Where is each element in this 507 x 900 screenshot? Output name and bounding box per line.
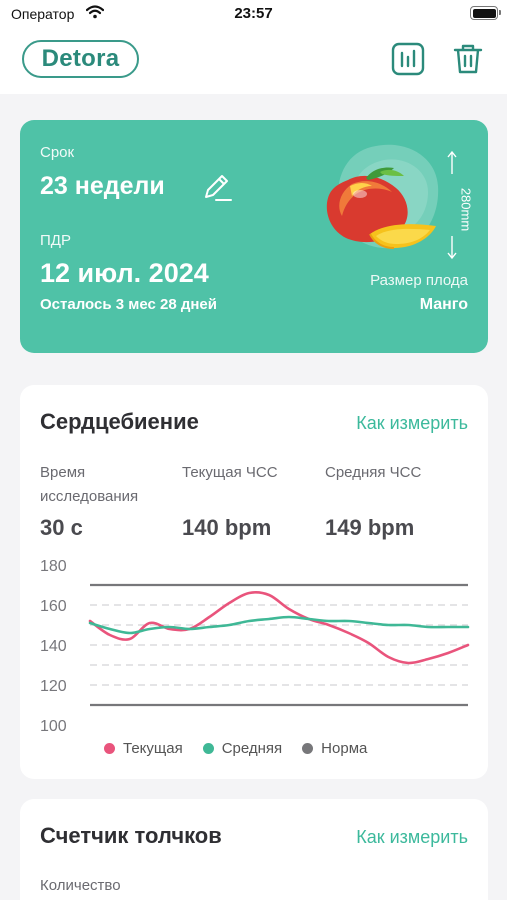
y-tick-label: 120 [40,678,67,695]
y-tick-label: 180 [40,558,67,575]
status-time: 23:57 [234,5,273,22]
fruit-name: Манго [419,296,468,313]
battery-icon [470,6,501,20]
legend-item-current: Текущая [104,740,183,757]
legend-item-norm: Норма [302,740,367,757]
term-value: 23 недели [40,172,165,200]
pdr-label: ПДР [40,232,71,249]
legend-label-average: Средняя [221,740,283,757]
status-bar: Оператор 23:57 [0,0,507,30]
remaining-time: Осталось 3 мес 28 дней [40,296,217,313]
statistics-icon[interactable] [391,42,425,76]
legend-dot-average [202,743,214,754]
current-hr-line [88,591,470,665]
y-tick-label: 140 [40,638,67,655]
legend-label-current: Текущая [123,740,183,757]
kick-count-label: Количество [40,877,121,894]
legend-dot-current [104,743,115,754]
due-date-value: 12 июл. 2024 [40,258,209,288]
mango-icon [326,167,436,249]
edit-pencil-icon[interactable] [201,172,233,204]
heartbeat-card: Сердцебиение Как измерить Время исследов… [20,385,488,779]
nav-bar: Detora [0,30,507,94]
y-tick-label: 160 [40,598,67,615]
y-tick-label: 100 [40,718,67,735]
kick-counter-card: Счетчик толчков Как измерить Количество [20,799,488,900]
kick-how-to-link[interactable]: Как измерить [356,827,468,848]
kick-counter-title: Счетчик толчков [40,823,222,848]
legend-item-average: Средняя [202,740,283,757]
fruit-size-label: Размер плода [370,272,468,289]
fruit-length: 280mm [458,187,474,232]
term-label: Срок [40,144,75,161]
legend-label-norm: Норма [321,740,368,757]
pregnancy-card: Срок 23 недели ПДР 12 июл. 2024 Осталось… [20,120,488,353]
trash-icon[interactable] [451,42,485,76]
chart-legend: Текущая Средняя Норма [104,740,367,757]
heart-rate-chart: 100 120 140 160 180 [40,558,470,735]
app-logo: Detora [22,40,139,78]
legend-dot-norm [302,743,314,754]
size-arrow-icon [447,150,457,260]
